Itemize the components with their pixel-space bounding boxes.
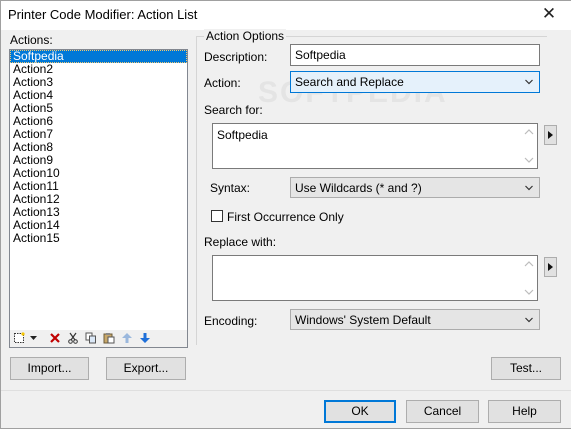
play-arrow-icon <box>548 131 553 139</box>
ok-button[interactable]: OK <box>324 400 396 423</box>
list-item[interactable]: Action15 <box>10 232 187 245</box>
new-icon[interactable] <box>12 331 26 345</box>
title-bar: Printer Code Modifier: Action List ✕ <box>0 0 571 30</box>
search-for-field[interactable]: Softpedia <box>212 123 538 169</box>
dialog-footer <box>0 390 571 429</box>
scroll-down-icon[interactable] <box>524 288 534 296</box>
first-occurrence-checkbox[interactable] <box>211 210 223 222</box>
cancel-button[interactable]: Cancel <box>406 400 479 423</box>
encoding-select[interactable]: Windows' System Default <box>290 309 540 330</box>
paste-icon[interactable] <box>102 331 116 345</box>
action-options-heading: Action Options <box>204 29 287 43</box>
search-insert-button[interactable] <box>544 125 557 145</box>
actions-toolbar <box>9 330 188 348</box>
encoding-select-value: Windows' System Default <box>295 313 431 327</box>
syntax-label: Syntax: <box>210 181 251 195</box>
search-for-value: Softpedia <box>217 128 268 142</box>
move-up-icon[interactable] <box>120 331 134 345</box>
replace-with-scrollbar[interactable] <box>521 256 537 300</box>
description-label: Description: <box>204 50 268 64</box>
syntax-select[interactable]: Use Wildcards (* and ?) <box>290 177 540 198</box>
description-field[interactable] <box>290 44 540 66</box>
syntax-select-value: Use Wildcards (* and ?) <box>295 181 422 195</box>
scroll-down-icon[interactable] <box>524 156 534 164</box>
replace-with-label: Replace with: <box>204 235 277 249</box>
encoding-label: Encoding: <box>204 314 258 328</box>
replace-insert-button[interactable] <box>544 257 557 277</box>
move-down-icon[interactable] <box>138 331 152 345</box>
action-label: Action: <box>204 76 241 90</box>
action-select-value: Search and Replace <box>295 75 404 89</box>
window-title: Printer Code Modifier: Action List <box>8 7 198 22</box>
play-arrow-icon <box>548 263 553 271</box>
import-button[interactable]: Import... <box>10 357 89 380</box>
help-button[interactable]: Help <box>488 400 561 423</box>
scroll-up-icon[interactable] <box>524 260 534 268</box>
actions-list[interactable]: Softpedia Action2 Action3 Action4 Action5 Act… <box>9 49 188 332</box>
chevron-down-icon <box>525 317 533 323</box>
search-for-label: Search for: <box>204 103 263 117</box>
first-occurrence-label: First Occurrence Only <box>227 210 344 224</box>
scroll-up-icon[interactable] <box>524 128 534 136</box>
close-icon[interactable]: ✕ <box>537 3 561 25</box>
replace-with-field[interactable] <box>212 255 538 301</box>
action-select[interactable]: Search and Replace <box>290 71 540 93</box>
delete-icon[interactable] <box>48 331 62 345</box>
chevron-down-icon <box>525 185 533 191</box>
test-button[interactable]: Test... <box>491 357 561 380</box>
search-for-scrollbar[interactable] <box>521 124 537 168</box>
dropdown-arrow-icon[interactable] <box>28 331 38 345</box>
cut-icon[interactable] <box>66 331 80 345</box>
chevron-down-icon <box>525 79 533 85</box>
export-button[interactable]: Export... <box>106 357 186 380</box>
copy-icon[interactable] <box>84 331 98 345</box>
actions-label: Actions: <box>10 33 53 47</box>
